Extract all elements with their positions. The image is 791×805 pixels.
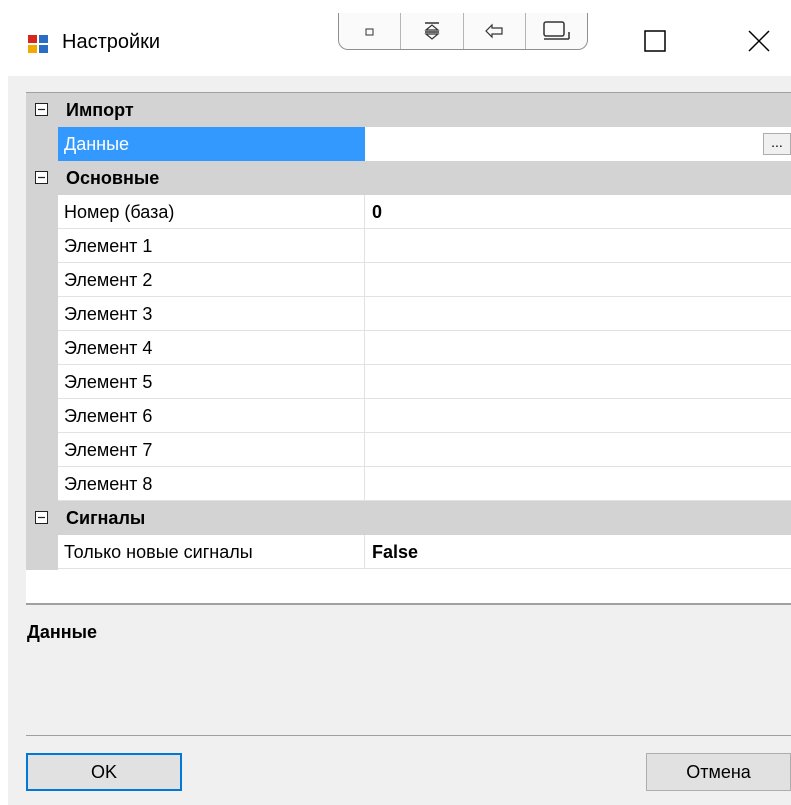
close-icon (748, 30, 770, 52)
ok-button[interactable]: OK (26, 753, 182, 791)
property-name[interactable]: Элемент 8 (58, 467, 365, 501)
collapse-icon[interactable] (35, 511, 48, 524)
property-row-base-number[interactable]: Номер (база) 0 (58, 195, 791, 229)
category-label: Основные (66, 168, 160, 188)
tool-button-2[interactable] (401, 13, 464, 49)
maximize-icon (644, 30, 666, 52)
property-name[interactable]: Элемент 3 (58, 297, 365, 331)
property-row-element-1[interactable]: Элемент 1 (58, 229, 791, 263)
property-row-element-5[interactable]: Элемент 5 (58, 365, 791, 399)
category-main[interactable]: Основные (26, 161, 791, 195)
close-button[interactable] (746, 28, 772, 54)
property-row-element-6[interactable]: Элемент 6 (58, 399, 791, 433)
maximize-button[interactable] (642, 28, 668, 54)
category-label: Импорт (66, 100, 134, 120)
app-icon (27, 34, 49, 54)
ellipsis-button[interactable]: ... (763, 133, 791, 155)
category-import[interactable]: Импорт (26, 93, 791, 127)
property-name[interactable]: Элемент 4 (58, 331, 365, 365)
grid-empty-space (26, 570, 791, 603)
dock-bottom-icon (543, 21, 571, 40)
property-name[interactable]: Только новые сигналы (58, 535, 365, 569)
cancel-button[interactable]: Отмена (646, 753, 791, 791)
property-name[interactable]: Элемент 7 (58, 433, 365, 467)
tool-button-4[interactable] (526, 13, 587, 49)
property-row-element-8[interactable]: Элемент 8 (58, 467, 791, 501)
property-grid[interactable]: Импорт Данные ... Основные Номер (база) … (26, 92, 791, 604)
collapse-icon[interactable] (35, 171, 48, 184)
collapse-icon[interactable] (35, 103, 48, 116)
property-row-element-7[interactable]: Элемент 7 (58, 433, 791, 467)
property-row-element-4[interactable]: Элемент 4 (58, 331, 791, 365)
property-row-only-new-signals[interactable]: Только новые сигналы False (58, 535, 791, 569)
help-panel: Данные (26, 604, 791, 736)
property-name[interactable]: Номер (база) (58, 195, 365, 229)
property-name[interactable]: Элемент 2 (58, 263, 365, 297)
property-name[interactable]: Данные (58, 127, 365, 161)
help-title: Данные (27, 622, 97, 642)
property-row-element-2[interactable]: Элемент 2 (58, 263, 791, 297)
window-title: Настройки (62, 31, 161, 53)
property-value[interactable]: False (372, 535, 418, 569)
property-name[interactable]: Элемент 1 (58, 229, 365, 263)
window-tools-toolbar (338, 13, 588, 50)
property-row-element-3[interactable]: Элемент 3 (58, 297, 791, 331)
category-signals[interactable]: Сигналы (26, 501, 791, 535)
property-name[interactable]: Элемент 5 (58, 365, 365, 399)
title-bar: Настройки (0, 0, 791, 76)
property-value[interactable]: 0 (372, 195, 382, 229)
dock-left-icon (485, 23, 503, 39)
tool-button-3[interactable] (464, 13, 526, 49)
split-top-icon (424, 22, 440, 40)
property-name[interactable]: Элемент 6 (58, 399, 365, 433)
category-label: Сигналы (66, 508, 146, 528)
property-row-data[interactable]: Данные ... (58, 127, 791, 161)
tool-button-1[interactable] (339, 13, 402, 49)
dot-icon (365, 28, 374, 36)
